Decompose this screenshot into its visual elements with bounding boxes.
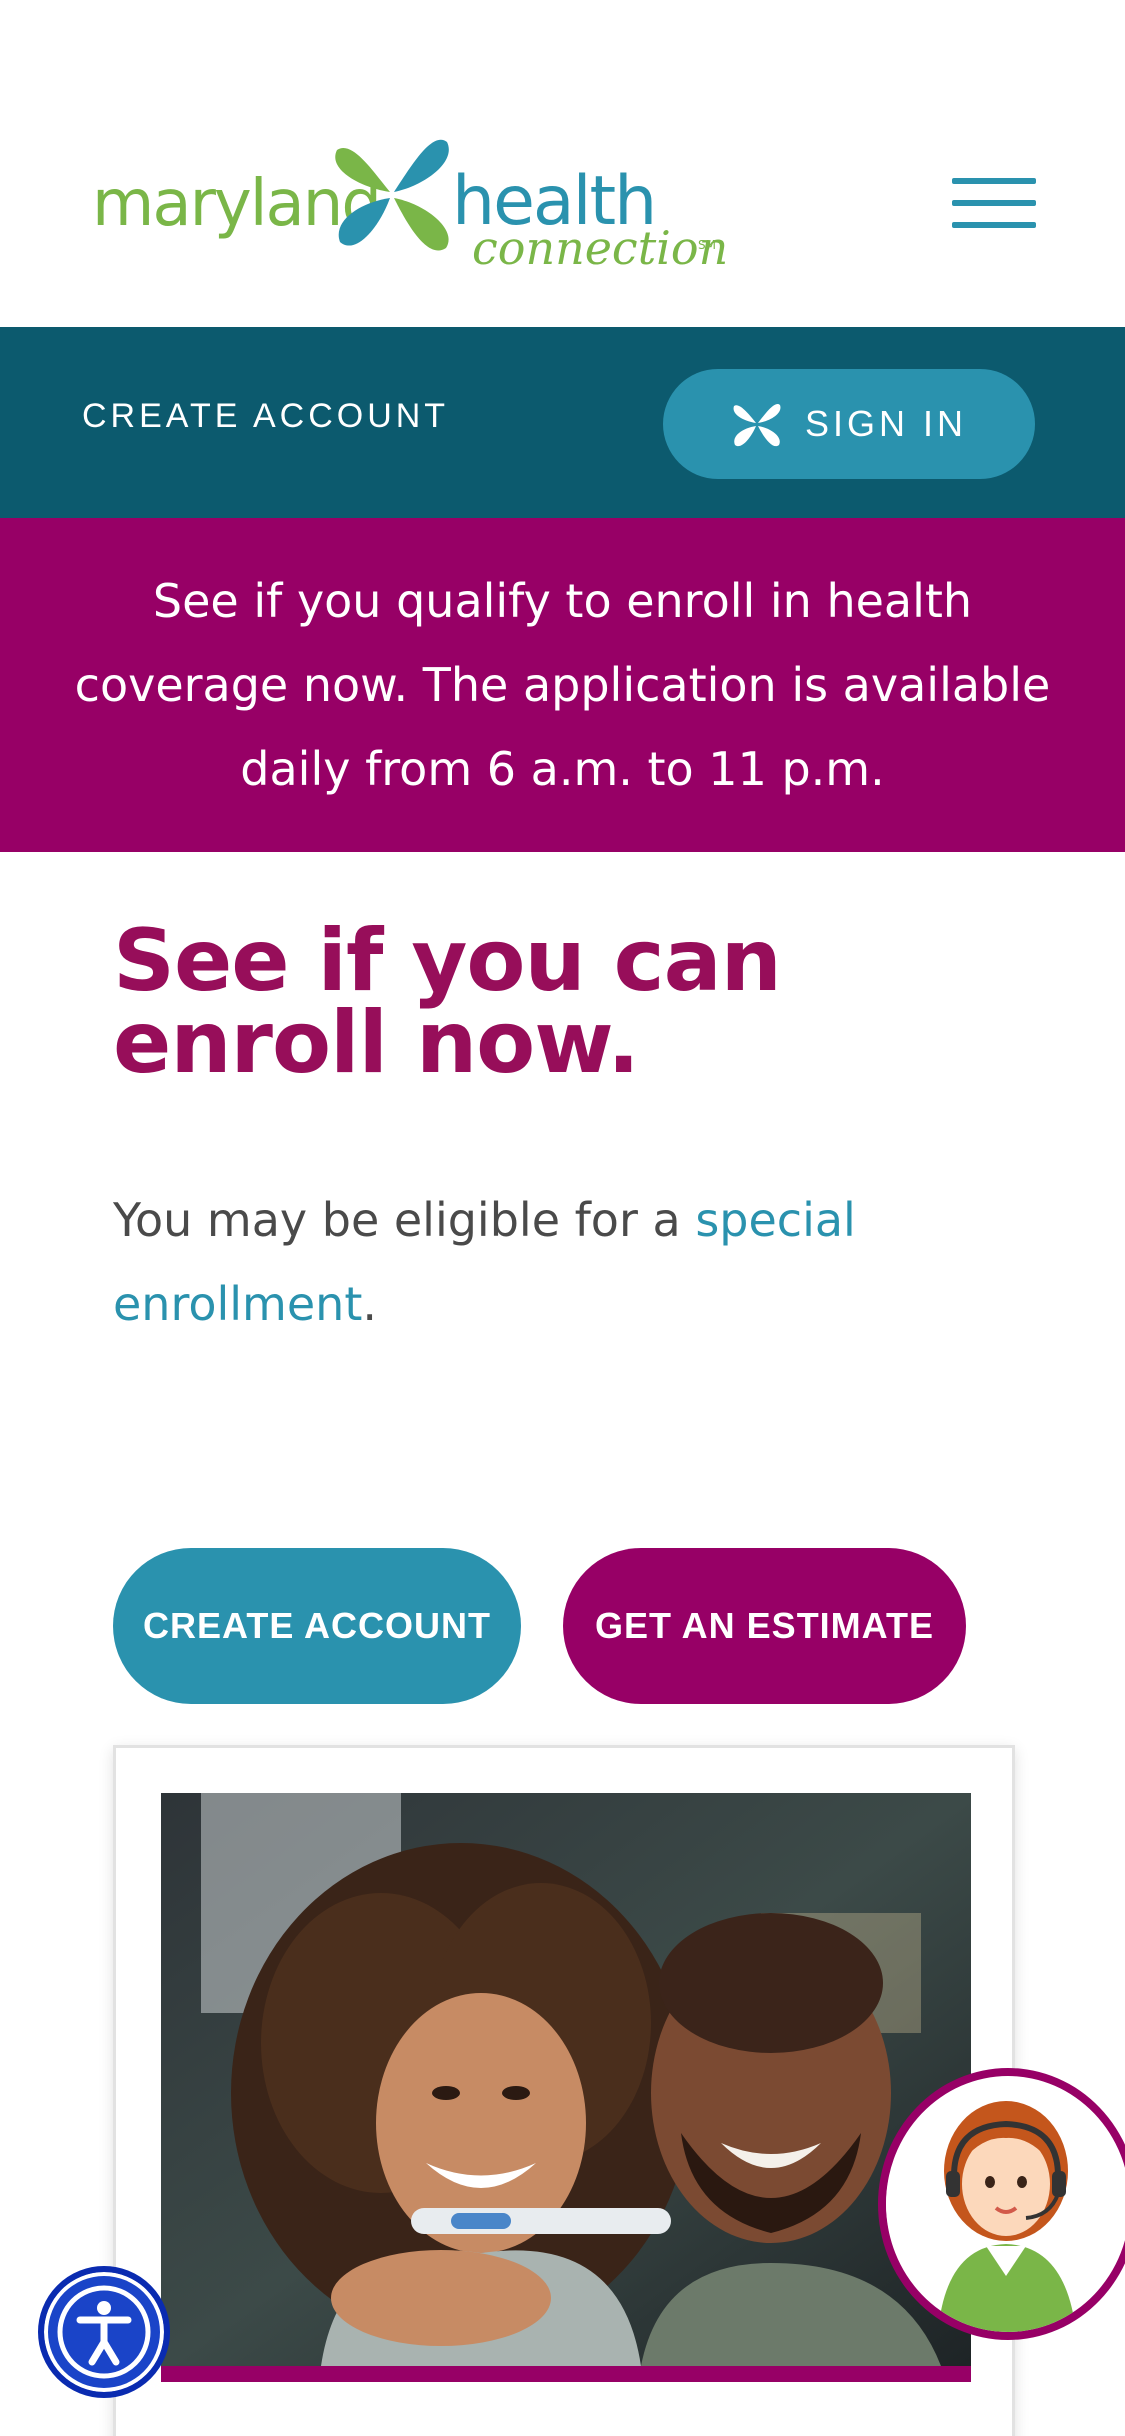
eligibility-text: You may be eligible for a special enroll… bbox=[113, 1178, 1013, 1346]
get-estimate-button[interactable]: GET AN ESTIMATE bbox=[563, 1548, 966, 1704]
availability-banner: See if you qualify to enroll in health c… bbox=[0, 518, 1125, 852]
eligibility-prefix: You may be eligible for a bbox=[113, 1193, 696, 1247]
create-account-link[interactable]: CREATE ACCOUNT bbox=[82, 397, 449, 436]
maryland-health-connection-logo[interactable]: maryland health connection SM bbox=[92, 130, 728, 280]
mhc-butterfly-icon bbox=[733, 403, 781, 447]
page: maryland health connection SM CREATE ACC… bbox=[0, 0, 1125, 2436]
site-header: maryland health connection SM bbox=[0, 0, 1125, 327]
page-title: See if you can enroll now. bbox=[113, 911, 782, 1093]
create-account-button[interactable]: CREATE ACCOUNT bbox=[113, 1548, 521, 1704]
card-accent-bar bbox=[161, 2366, 971, 2382]
support-agent-avatar[interactable] bbox=[878, 2068, 1125, 2340]
accessibility-icon[interactable] bbox=[38, 2266, 170, 2398]
sign-in-button[interactable]: SIGN IN bbox=[663, 369, 1035, 479]
logo-butterfly-icon bbox=[335, 139, 449, 251]
couple-with-pregnancy-test-photo bbox=[161, 1793, 971, 2366]
logo-service-mark: SM bbox=[698, 238, 716, 252]
feature-card bbox=[113, 1745, 1015, 2436]
eligibility-suffix: . bbox=[362, 1277, 377, 1331]
account-bar: CREATE ACCOUNT SIGN IN bbox=[0, 327, 1125, 518]
hamburger-menu-icon[interactable] bbox=[952, 176, 1036, 232]
banner-text: See if you qualify to enroll in health c… bbox=[74, 574, 1051, 796]
sign-in-label: SIGN IN bbox=[804, 403, 967, 444]
logo-word-connection: connection bbox=[472, 221, 729, 275]
